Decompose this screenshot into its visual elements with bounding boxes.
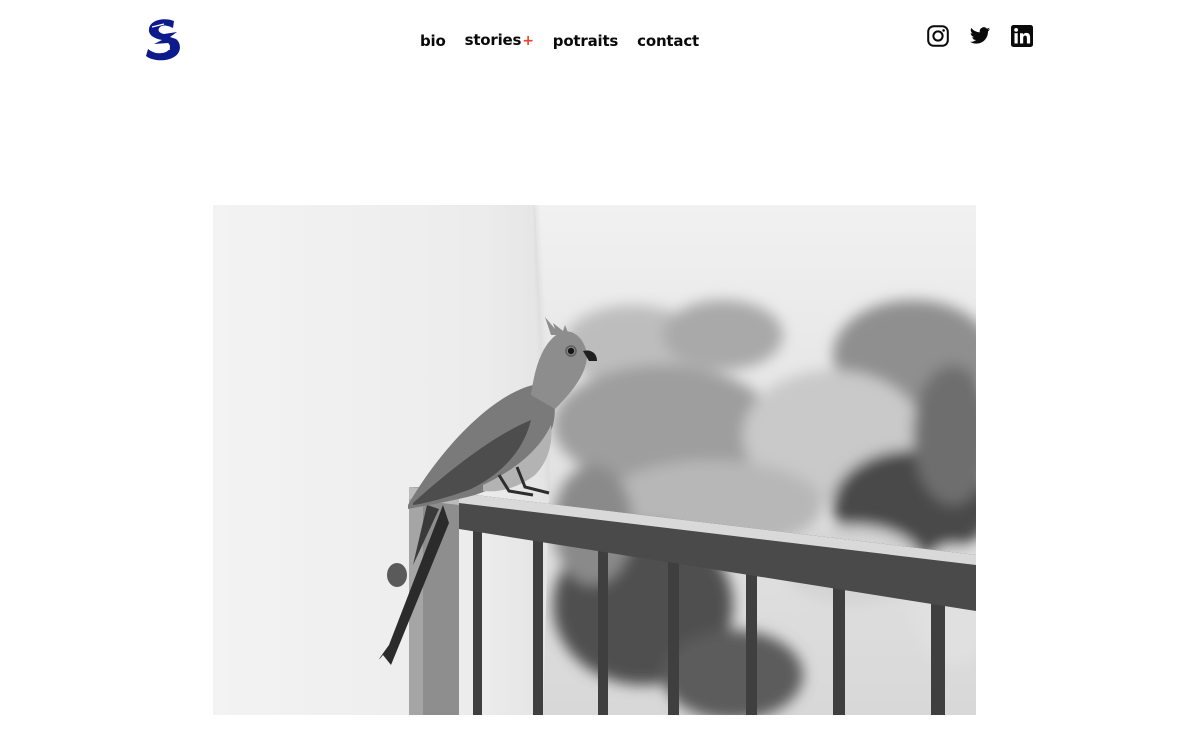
nav-stories-label: stories [464,31,522,49]
instagram-icon [927,25,949,47]
social-links [927,24,1033,48]
site-logo[interactable] [144,18,182,62]
hero-photo [213,205,976,715]
linkedin-link[interactable] [1011,24,1033,48]
page: bio stories+ potraits contact [0,0,1200,738]
s-bolt-logo-icon [146,19,180,61]
twitter-link[interactable] [969,24,991,48]
stories-plus-icon: + [522,33,534,49]
nav-bio[interactable]: bio [420,31,446,51]
nav-contact[interactable]: contact [637,31,699,51]
nav-portraits[interactable]: potraits [553,31,619,51]
twitter-icon [969,27,991,44]
linkedin-icon [1011,25,1033,47]
instagram-link[interactable] [927,24,949,48]
nav-stories[interactable]: stories+ [465,30,534,51]
main-nav: bio stories+ potraits contact [420,30,699,51]
